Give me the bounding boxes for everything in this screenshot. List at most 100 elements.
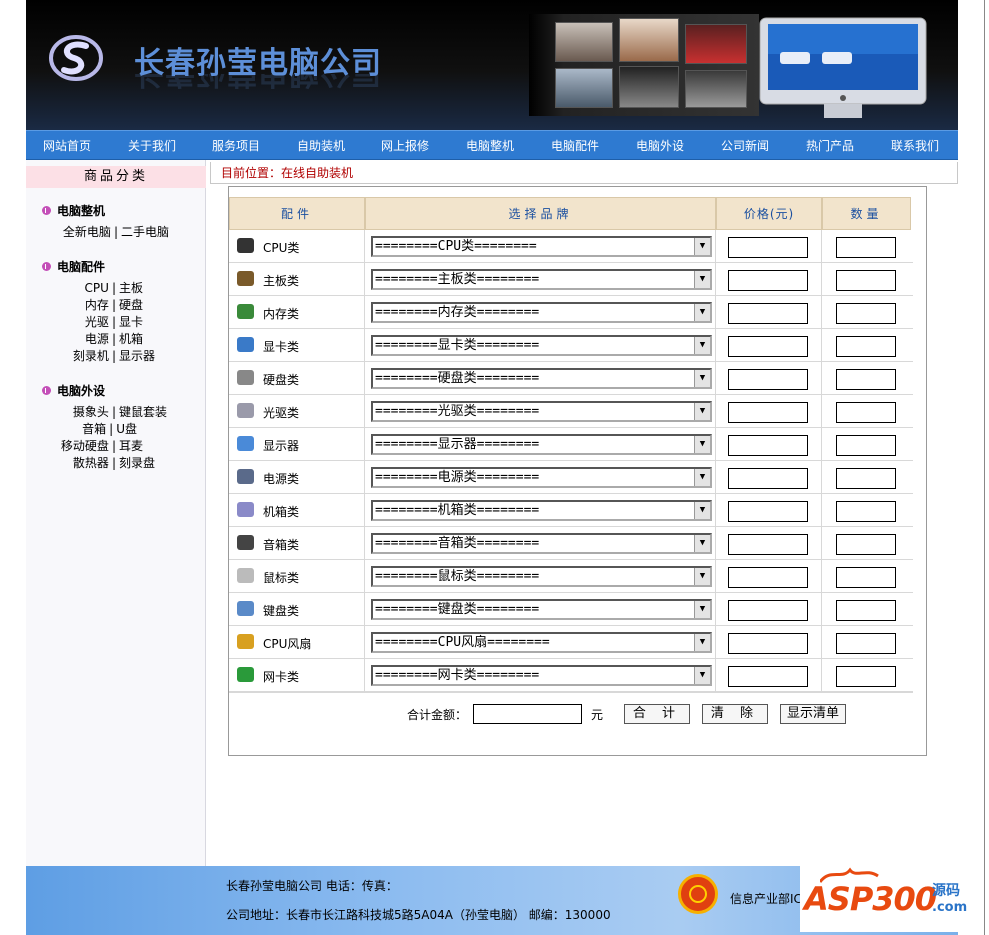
price-input[interactable]	[728, 633, 808, 654]
price-input[interactable]	[728, 435, 808, 456]
brand-select[interactable]: ========鼠标类======== ▼	[371, 566, 712, 587]
dropdown-arrow-icon[interactable]: ▼	[694, 535, 710, 552]
nav-hot-products[interactable]: 热门产品	[806, 137, 854, 154]
category-title-peripherals[interactable]: 电脑外设	[42, 382, 105, 399]
quantity-input[interactable]	[836, 666, 896, 687]
category-link[interactable]: U盘	[116, 422, 137, 436]
category-link[interactable]: 音箱	[82, 422, 106, 436]
category-link[interactable]: 机箱	[119, 332, 143, 346]
police-badge-icon[interactable]	[678, 874, 718, 914]
price-input[interactable]	[728, 534, 808, 555]
nav-peripherals[interactable]: 电脑外设	[636, 137, 684, 154]
dropdown-arrow-icon[interactable]: ▼	[694, 601, 710, 618]
dropdown-arrow-icon[interactable]: ▼	[694, 370, 710, 387]
category-link[interactable]: 摄象头	[73, 405, 109, 419]
total-amount-input[interactable]	[473, 704, 582, 724]
price-input[interactable]	[728, 270, 808, 291]
brand-select[interactable]: ========主板类======== ▼	[371, 269, 712, 290]
dropdown-arrow-icon[interactable]: ▼	[694, 403, 710, 420]
brand-cell: ========键盘类======== ▼	[365, 593, 716, 626]
price-input[interactable]	[728, 600, 808, 621]
component-label: CPU风扇	[263, 637, 312, 651]
price-input[interactable]	[728, 402, 808, 423]
sum-button[interactable]: 合 计	[624, 704, 690, 724]
category-title-parts[interactable]: 电脑配件	[42, 258, 105, 275]
category-title-complete-pc[interactable]: 电脑整机	[42, 202, 105, 219]
category-link[interactable]: 耳麦	[119, 439, 143, 453]
quantity-input[interactable]	[836, 633, 896, 654]
quantity-input[interactable]	[836, 303, 896, 324]
nav-about[interactable]: 关于我们	[128, 137, 176, 154]
category-link[interactable]: 电源	[85, 332, 109, 346]
nav-self-build[interactable]: 自助装机	[297, 137, 345, 154]
price-input[interactable]	[728, 501, 808, 522]
dropdown-arrow-icon[interactable]: ▼	[694, 271, 710, 288]
quantity-input[interactable]	[836, 369, 896, 390]
show-list-button[interactable]: 显示清单	[780, 704, 846, 724]
quantity-input[interactable]	[836, 270, 896, 291]
category-link[interactable]: 移动硬盘	[61, 439, 109, 453]
brand-select[interactable]: ========CPU类======== ▼	[371, 236, 712, 257]
brand-select[interactable]: ========CPU风扇======== ▼	[371, 632, 712, 653]
dropdown-arrow-icon[interactable]: ▼	[694, 304, 710, 321]
brand-select[interactable]: ========网卡类======== ▼	[371, 665, 712, 686]
brand-select[interactable]: ========内存类======== ▼	[371, 302, 712, 323]
nav-home[interactable]: 网站首页	[43, 137, 91, 154]
category-link[interactable]: 硬盘	[119, 298, 143, 312]
dropdown-arrow-icon[interactable]: ▼	[694, 469, 710, 486]
price-input[interactable]	[728, 336, 808, 357]
brand-select[interactable]: ========机箱类======== ▼	[371, 500, 712, 521]
clear-button[interactable]: 清 除	[702, 704, 768, 724]
quantity-input[interactable]	[836, 501, 896, 522]
quantity-input[interactable]	[836, 468, 896, 489]
category-link[interactable]: 显示器	[119, 349, 155, 363]
dropdown-arrow-icon[interactable]: ▼	[694, 436, 710, 453]
brand-select[interactable]: ========电源类======== ▼	[371, 467, 712, 488]
nav-news[interactable]: 公司新闻	[721, 137, 769, 154]
price-input[interactable]	[728, 468, 808, 489]
quantity-input[interactable]	[836, 435, 896, 456]
dropdown-arrow-icon[interactable]: ▼	[694, 502, 710, 519]
category-link[interactable]: 光驱	[85, 315, 109, 329]
category-link[interactable]: 散热器	[73, 456, 109, 470]
quantity-input[interactable]	[836, 402, 896, 423]
nav-contact[interactable]: 联系我们	[891, 137, 939, 154]
category-link[interactable]: 内存	[85, 298, 109, 312]
category-link[interactable]: 键鼠套装	[119, 405, 167, 419]
nav-services[interactable]: 服务项目	[212, 137, 260, 154]
dropdown-arrow-icon[interactable]: ▼	[694, 634, 710, 651]
quantity-input[interactable]	[836, 534, 896, 555]
price-input[interactable]	[728, 567, 808, 588]
dropdown-arrow-icon[interactable]: ▼	[694, 238, 710, 255]
brand-select[interactable]: ========光驱类======== ▼	[371, 401, 712, 422]
category-link[interactable]: 刻录盘	[119, 456, 155, 470]
category-link[interactable]: CPU	[85, 281, 109, 295]
dropdown-arrow-icon[interactable]: ▼	[694, 337, 710, 354]
price-input[interactable]	[728, 369, 808, 390]
nav-parts[interactable]: 电脑配件	[551, 137, 599, 154]
quantity-input[interactable]	[836, 336, 896, 357]
price-input[interactable]	[728, 237, 808, 258]
category-link[interactable]: 全新电脑	[63, 225, 111, 239]
category-link[interactable]: 二手电脑	[121, 225, 169, 239]
qty-cell	[822, 329, 911, 362]
quantity-input[interactable]	[836, 567, 896, 588]
dropdown-arrow-icon[interactable]: ▼	[694, 667, 710, 684]
brand-select[interactable]: ========键盘类======== ▼	[371, 599, 712, 620]
category-link[interactable]: 刻录机	[73, 349, 109, 363]
nav-online-repair[interactable]: 网上报修	[381, 137, 429, 154]
icp-link[interactable]: 信息产业部IC	[730, 890, 800, 907]
price-input[interactable]	[728, 666, 808, 687]
component-label: CPU类	[263, 241, 300, 255]
price-input[interactable]	[728, 303, 808, 324]
nav-complete-pc[interactable]: 电脑整机	[466, 137, 514, 154]
quantity-input[interactable]	[836, 237, 896, 258]
dropdown-arrow-icon[interactable]: ▼	[694, 568, 710, 585]
brand-select[interactable]: ========音箱类======== ▼	[371, 533, 712, 554]
brand-select[interactable]: ========显示器======== ▼	[371, 434, 712, 455]
brand-select[interactable]: ========硬盘类======== ▼	[371, 368, 712, 389]
category-link[interactable]: 显卡	[119, 315, 143, 329]
quantity-input[interactable]	[836, 600, 896, 621]
category-link[interactable]: 主板	[119, 281, 143, 295]
brand-select[interactable]: ========显卡类======== ▼	[371, 335, 712, 356]
